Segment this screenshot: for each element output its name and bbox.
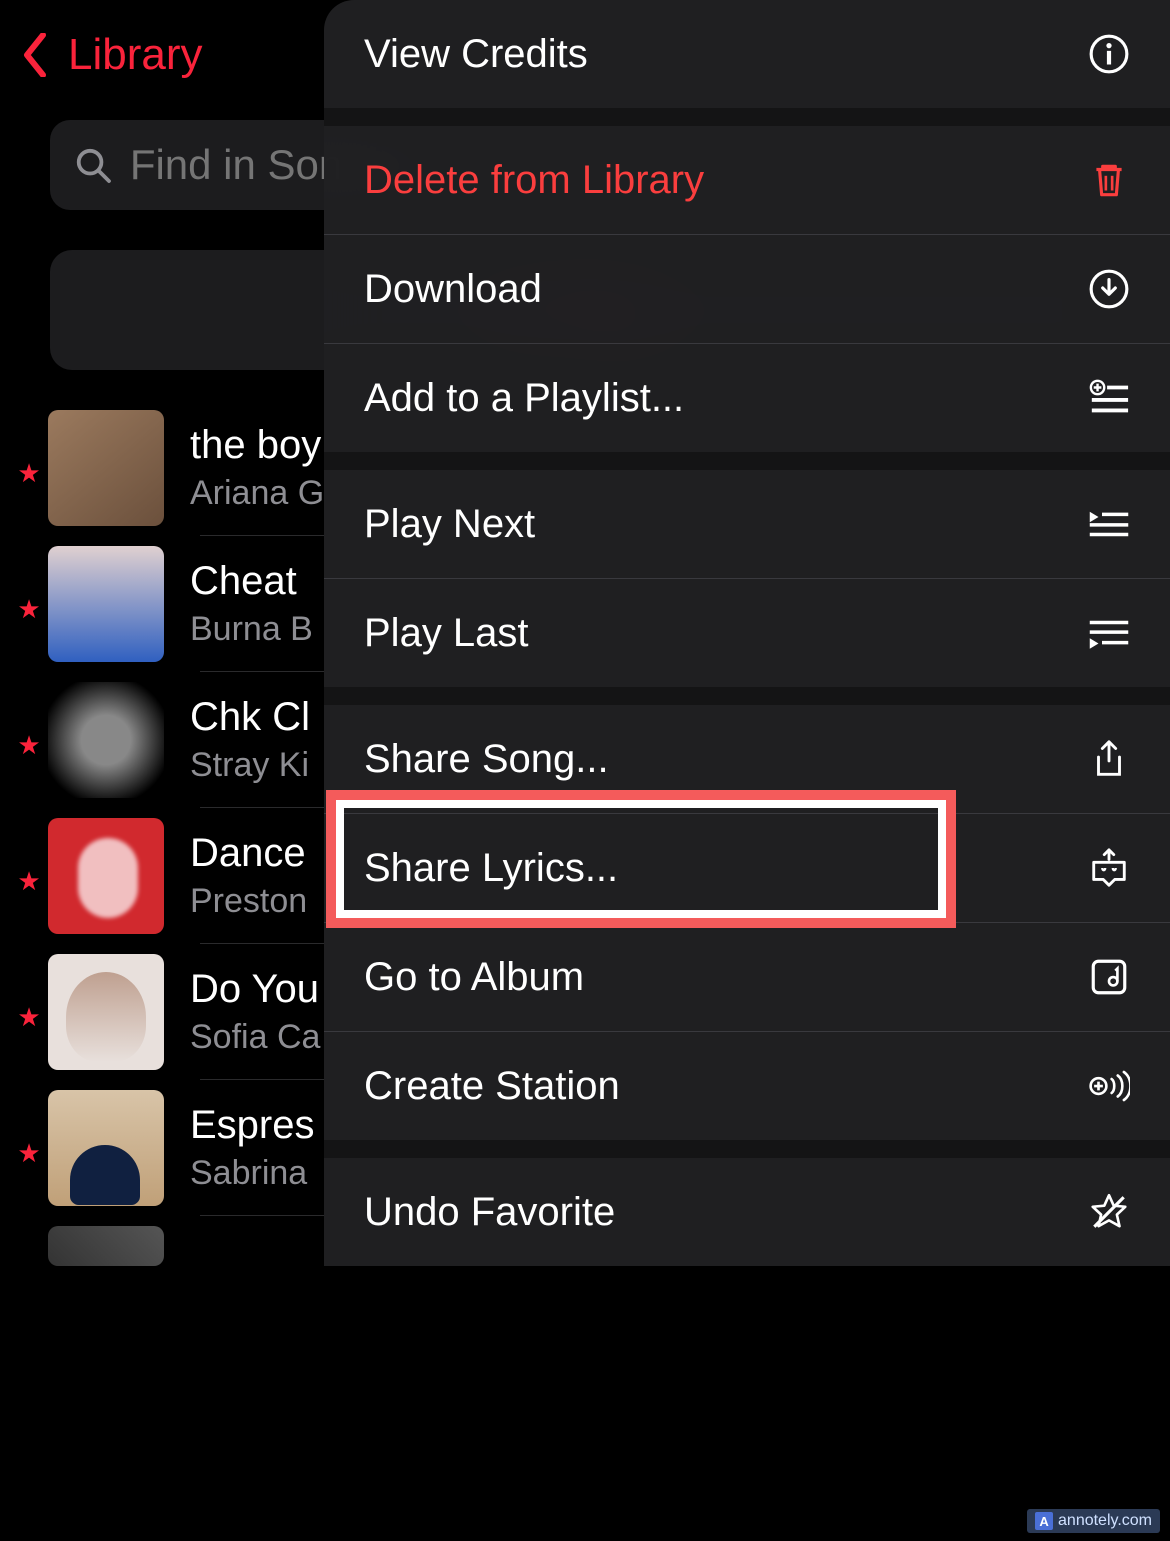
info-icon	[1088, 33, 1130, 75]
menu-label: Share Song...	[364, 737, 609, 782]
header-title[interactable]: Library	[68, 30, 203, 80]
context-menu: View Credits Delete from Library Downloa…	[324, 0, 1170, 1266]
favorite-star-icon: ★	[10, 730, 48, 761]
menu-play-next[interactable]: Play Next	[324, 470, 1170, 578]
watermark: Aannotely.com	[1027, 1509, 1160, 1533]
song-title: Chk Cl	[190, 695, 310, 740]
menu-add-to-playlist[interactable]: Add to a Playlist...	[324, 344, 1170, 452]
menu-go-to-album[interactable]: Go to Album	[324, 923, 1170, 1031]
song-artist: Preston	[190, 882, 307, 921]
album-art	[48, 1090, 164, 1206]
favorite-star-icon: ★	[10, 1138, 48, 1169]
menu-download[interactable]: Download	[324, 235, 1170, 343]
song-title: Cheat	[190, 559, 313, 604]
play-last-icon	[1088, 612, 1130, 654]
song-title: Dance	[190, 831, 307, 876]
album-art	[48, 954, 164, 1070]
album-art	[48, 682, 164, 798]
song-artist: Ariana G	[190, 474, 324, 513]
album-art	[48, 1226, 164, 1266]
menu-share-lyrics[interactable]: Share Lyrics...	[324, 814, 1170, 922]
add-to-playlist-icon	[1088, 377, 1130, 419]
menu-label: Add to a Playlist...	[364, 376, 684, 421]
now-playing-icon	[88, 1168, 138, 1190]
song-title: Do You	[190, 967, 320, 1012]
album-art	[48, 410, 164, 526]
menu-label: Download	[364, 267, 542, 312]
menu-label: Go to Album	[364, 955, 584, 1000]
menu-create-station[interactable]: Create Station	[324, 1032, 1170, 1140]
album-icon	[1088, 956, 1130, 998]
song-artist: Sofia Ca	[190, 1018, 320, 1057]
menu-label: Create Station	[364, 1064, 620, 1109]
song-artist: Sabrina	[190, 1154, 315, 1193]
song-title: Espres	[190, 1103, 315, 1148]
broadcast-icon	[1088, 1065, 1130, 1107]
menu-label: View Credits	[364, 32, 588, 77]
song-title: the boy	[190, 423, 324, 468]
menu-view-credits[interactable]: View Credits	[324, 0, 1170, 108]
favorite-star-icon: ★	[10, 458, 48, 489]
favorite-star-icon: ★	[10, 594, 48, 625]
album-art	[48, 818, 164, 934]
song-artist: Stray Ki	[190, 746, 310, 785]
trash-icon	[1088, 159, 1130, 201]
album-art	[48, 546, 164, 662]
favorite-star-icon: ★	[10, 866, 48, 897]
menu-label: Undo Favorite	[364, 1190, 615, 1235]
menu-play-last[interactable]: Play Last	[324, 579, 1170, 687]
menu-share-song[interactable]: Share Song...	[324, 705, 1170, 813]
menu-delete-from-library[interactable]: Delete from Library	[324, 126, 1170, 234]
menu-label: Play Last	[364, 611, 529, 656]
menu-label: Delete from Library	[364, 158, 704, 203]
play-next-icon	[1088, 503, 1130, 545]
unfavorite-star-icon	[1088, 1191, 1130, 1233]
menu-label: Share Lyrics...	[364, 846, 618, 891]
menu-undo-favorite[interactable]: Undo Favorite	[324, 1158, 1170, 1266]
back-button[interactable]	[20, 30, 50, 80]
favorite-star-icon: ★	[10, 1002, 48, 1033]
share-lyrics-icon	[1088, 847, 1130, 889]
share-icon	[1088, 738, 1130, 780]
menu-label: Play Next	[364, 502, 535, 547]
download-icon	[1088, 268, 1130, 310]
search-icon	[74, 145, 112, 185]
song-artist: Burna B	[190, 610, 313, 649]
chevron-left-icon	[22, 33, 48, 77]
